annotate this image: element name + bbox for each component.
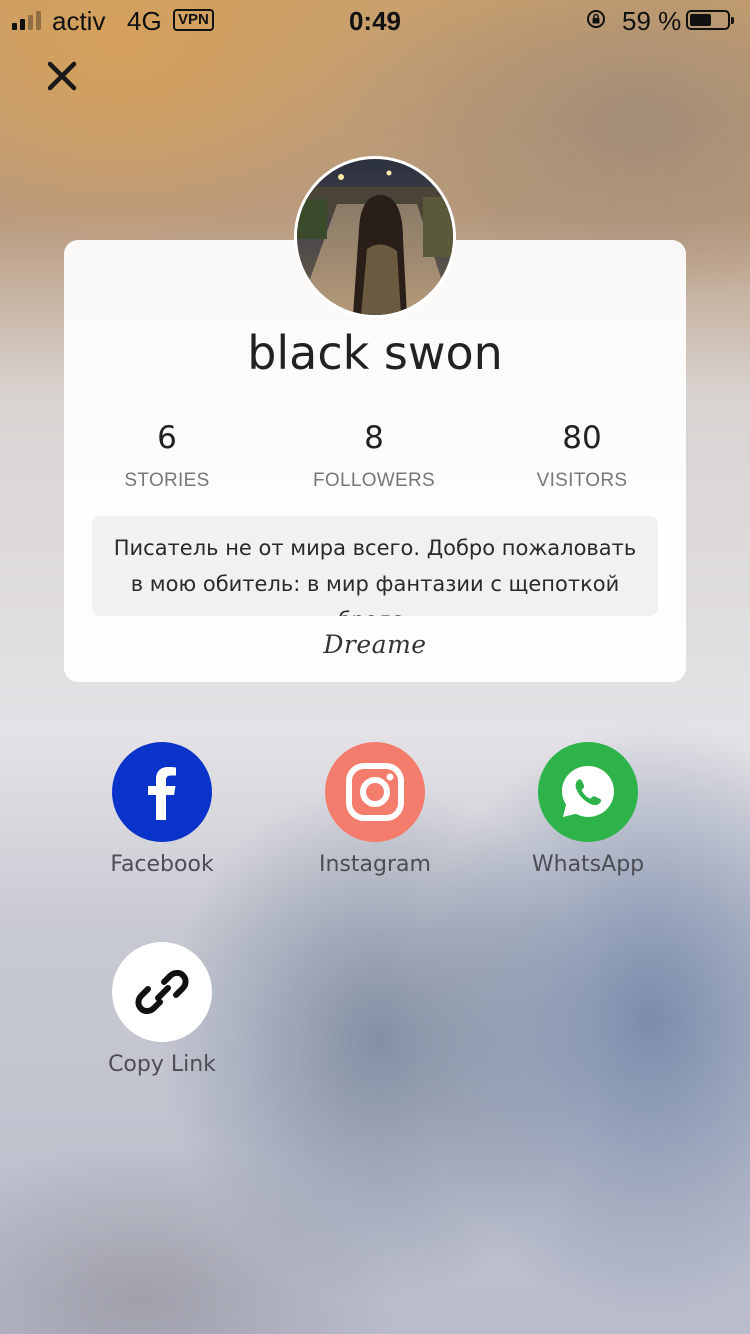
status-time: 0:49 <box>348 6 402 36</box>
share-facebook-button[interactable]: Facebook <box>72 742 252 877</box>
profile-name: black swon <box>247 326 503 380</box>
stat-label: FOLLOWERS <box>313 470 435 491</box>
share-label: WhatsApp <box>531 852 645 877</box>
avatar <box>294 156 456 318</box>
instagram-icon[interactable] <box>325 742 425 842</box>
whatsapp-icon[interactable] <box>538 742 638 842</box>
close-icon[interactable] <box>40 56 84 96</box>
stat-visitors: 80 VISITORS <box>482 418 682 492</box>
stat-value: 80 <box>562 420 602 456</box>
share-whatsapp-button[interactable]: WhatsApp <box>498 742 678 877</box>
stat-value: 6 <box>157 420 177 456</box>
stat-stories: 6 STORIES <box>67 418 267 492</box>
profile-bio: Писатель не от мира всего. Добро пожалов… <box>92 516 658 616</box>
stat-value: 8 <box>364 420 384 456</box>
battery-icon <box>686 10 734 30</box>
stat-label: STORIES <box>124 470 210 491</box>
share-label: Facebook <box>110 852 214 877</box>
stat-followers: 8 FOLLOWERS <box>274 418 474 492</box>
avatar-photo <box>297 159 453 315</box>
battery-percentage: 59 % <box>622 6 682 36</box>
link-icon[interactable] <box>112 942 212 1042</box>
facebook-icon[interactable] <box>112 742 212 842</box>
stat-label: VISITORS <box>536 470 628 491</box>
copy-link-button[interactable]: Copy Link <box>72 942 252 1077</box>
share-label: Copy Link <box>108 1052 216 1077</box>
share-instagram-button[interactable]: Instagram <box>285 742 465 877</box>
rotation-lock-icon <box>587 10 605 28</box>
status-bar: activ 4G VPN 0:49 59 % <box>0 0 750 40</box>
share-label: Instagram <box>319 852 431 877</box>
brand-logo: Dreame <box>323 630 427 659</box>
